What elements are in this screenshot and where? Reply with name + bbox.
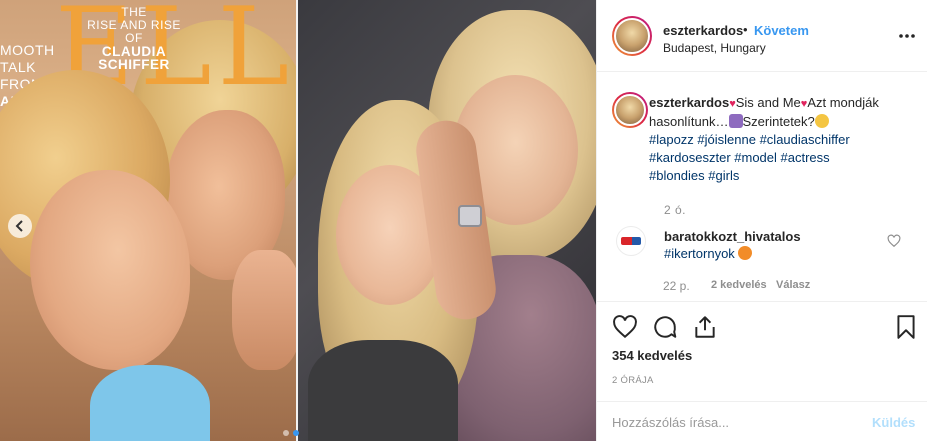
- hashtags[interactable]: #blondies #girls: [649, 168, 739, 183]
- action-bar: 354 kedvelés 2 ÓRÁJA: [596, 301, 927, 409]
- cover-side-line: MOOTH: [0, 42, 55, 58]
- caption-time[interactable]: 2 ó.: [664, 203, 686, 217]
- more-options-button[interactable]: [896, 26, 918, 46]
- person-emoji-icon: [728, 114, 743, 128]
- cover-headline-line: OF: [125, 31, 143, 45]
- header-separator: •: [743, 22, 748, 37]
- post-header: eszterkardos • Követem Budapest, Hungary: [597, 0, 927, 72]
- caption-line: Sis and Me: [735, 95, 801, 110]
- share-icon[interactable]: [692, 314, 718, 340]
- comments-section: eszterkardos♥Sis and Me♥Azt mondják haso…: [597, 72, 927, 300]
- photo-selfie: [298, 0, 596, 441]
- photo-magazine-cover: ELLE THE RISE AND RISE OF CLAUDIA SCHIFF…: [0, 0, 296, 441]
- carousel-dots: [283, 430, 299, 436]
- caption-username[interactable]: eszterkardos: [649, 95, 729, 110]
- like-comment-heart-icon[interactable]: [887, 234, 901, 248]
- reply-time[interactable]: 22 p.: [663, 279, 711, 293]
- cover-headline-line: THE: [121, 5, 147, 19]
- cover-headline: THE RISE AND RISE OF CLAUDIA SCHIFFER: [84, 5, 184, 72]
- carousel-dot-active: [293, 430, 299, 436]
- carousel-dot: [283, 430, 289, 436]
- like-count[interactable]: 354 kedvelés: [612, 348, 692, 363]
- comment-bar: Küldés: [596, 401, 927, 441]
- cover-side-line: TALK: [0, 59, 36, 75]
- reply-text: #ikertornyok: [664, 246, 753, 261]
- photo-shape: [90, 365, 210, 441]
- chevron-left-icon: [15, 220, 23, 232]
- reply-button[interactable]: Válasz: [776, 279, 810, 293]
- photo-shape: [308, 340, 458, 441]
- caption-text: eszterkardos♥Sis and Me♥Azt mondják haso…: [649, 94, 899, 185]
- thinking-emoji-icon: [814, 114, 829, 128]
- comment-icon[interactable]: [652, 314, 678, 340]
- avatar[interactable]: [612, 92, 648, 128]
- carousel-prev-button[interactable]: [8, 214, 32, 238]
- reply-likes[interactable]: 2 kedvelés: [711, 279, 776, 293]
- cover-headline-name: SCHIFFER: [98, 57, 170, 72]
- reply-hashtag[interactable]: #ikertornyok: [664, 246, 735, 261]
- comment-input[interactable]: [612, 410, 862, 434]
- watch-shape: [458, 205, 482, 227]
- caption-line: Azt mondják: [807, 95, 879, 110]
- post-media[interactable]: ELLE THE RISE AND RISE OF CLAUDIA SCHIFF…: [0, 0, 596, 441]
- location-link[interactable]: Budapest, Hungary: [663, 41, 766, 55]
- send-button[interactable]: Küldés: [872, 415, 915, 430]
- hashtags[interactable]: #lapozz #jóislenne #claudiaschiffer: [649, 132, 850, 147]
- avatar[interactable]: [616, 226, 646, 256]
- heart-icon[interactable]: [612, 314, 638, 340]
- caption-line: Szerintetek?: [742, 114, 815, 129]
- cover-headline-line: RISE AND RISE: [87, 18, 181, 32]
- post-timestamp: 2 ÓRÁJA: [612, 375, 654, 386]
- more-options-icon: [899, 34, 915, 38]
- reply-meta: 22 p. 2 kedvelés Válasz: [663, 279, 810, 293]
- header-username[interactable]: eszterkardos: [663, 23, 743, 38]
- photo-shape: [30, 170, 190, 370]
- reply-username[interactable]: baratokkozt_hivatalos: [664, 229, 801, 244]
- heart-eyes-emoji-icon: [738, 246, 753, 260]
- bookmark-icon[interactable]: [893, 314, 919, 340]
- avatar[interactable]: [612, 16, 652, 56]
- caption-line: hasonlítunk…: [649, 114, 729, 129]
- hashtags[interactable]: #kardoseszter #model #actress: [649, 150, 830, 165]
- photo-shape: [232, 250, 296, 370]
- follow-button[interactable]: Követem: [754, 23, 809, 38]
